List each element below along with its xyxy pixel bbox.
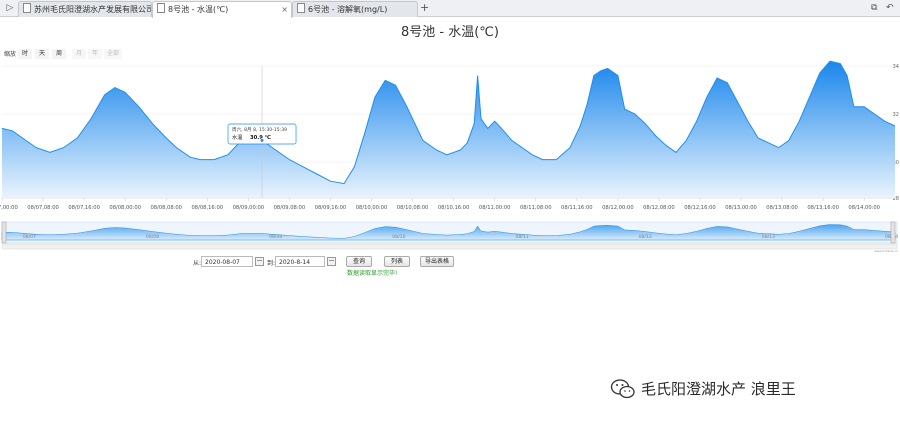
status-message: 数据读取显示完毕! [347, 270, 398, 277]
x-tick-label: 08/09,08:00 [274, 205, 306, 211]
water-temperature-area [2, 61, 895, 199]
x-tick-label: 08/11,16:00 [561, 205, 593, 211]
x-tick-label: 08/13,16:00 [807, 205, 839, 211]
x-tick-label: 08/12,16:00 [684, 205, 716, 211]
x-tick-label: 08/08,16:00 [192, 205, 224, 211]
x-tick-label: 08/07,16:00 [68, 205, 100, 211]
to-calendar-icon[interactable] [327, 257, 336, 266]
x-tick-label: 08/10,16:00 [438, 205, 470, 211]
wechat-logo-icon [610, 379, 635, 399]
navigator-scrollbar [1, 243, 898, 250]
x-tick-label: 08/08,00:00 [109, 205, 141, 211]
from-label: 从: [193, 260, 202, 267]
x-tick-label: 08/13,00:00 [725, 205, 757, 211]
navigator-label: 08/13 [762, 234, 775, 240]
list-button[interactable]: 列表 [384, 256, 410, 267]
navigator-label: 08/12 [639, 234, 652, 240]
navigator-label: 08/09 [269, 234, 282, 240]
x-tick-label: 08/09,00:00 [233, 205, 265, 211]
x-tick-label: 08/10,08:00 [397, 205, 429, 211]
navigator-right-handle [890, 221, 896, 244]
y-tick-label: 34 [893, 64, 899, 70]
water-temperature-chart[interactable]: 34323028 08/07,00:0008/07,08:0008/07,16:… [0, 0, 900, 262]
x-tick-label: 08/11,00:00 [479, 205, 511, 211]
x-tick-label: 08/12,00:00 [602, 205, 634, 211]
navigator-left-handle [1, 221, 7, 244]
x-axis-ticks: 08/07,00:00 08/07,08:00 08/07,16:00 08/08,0… [0, 198, 880, 211]
navigator-label: 08/10 [392, 234, 405, 240]
x-tick-label: 08/14,00:00 [848, 205, 880, 211]
tooltip-time: 周六, 8月 8, 15:30-15:39 [232, 126, 287, 133]
navigator-label: 08/08 [146, 234, 159, 240]
from-calendar-icon[interactable] [255, 257, 264, 266]
export-table-button[interactable]: 导出表格 [420, 256, 454, 267]
navigator-label: 08/11 [515, 234, 528, 240]
x-tick-label: 08/12,08:00 [643, 205, 675, 211]
from-date-input[interactable]: 2020-08-07 [201, 256, 253, 267]
y-tick-label: 32 [893, 112, 899, 118]
chart-credits: www.hcharts.cn [874, 249, 898, 253]
x-tick-label: 08/09,16:00 [315, 205, 347, 211]
x-tick-label: 08/07,00:00 [0, 205, 18, 211]
x-tick-label: 08/13,08:00 [766, 205, 798, 211]
to-label: 到: [267, 260, 276, 267]
navigator[interactable]: 08/0708/0808/0908/1008/1108/1208/1308/14… [1, 221, 898, 253]
x-tick-label: 08/11,08:00 [520, 205, 552, 211]
tooltip-series: 水温 [232, 133, 242, 141]
navigator-label: 08/07 [23, 234, 36, 240]
tooltip-marker [259, 138, 265, 143]
to-date-input[interactable]: 2020-8-14 [275, 256, 325, 267]
tooltip: 周六, 8月 8, 15:30-15:39水温 30.9 ℃ [227, 123, 297, 145]
x-tick-label: 08/07,08:00 [27, 205, 59, 211]
watermark-text: 毛氏阳澄湖水产 浪里王 [641, 380, 796, 398]
x-tick-label: 08/10,00:00 [356, 205, 388, 211]
query-button[interactable]: 查询 [346, 256, 372, 267]
x-tick-label: 08/08,08:00 [150, 205, 182, 211]
